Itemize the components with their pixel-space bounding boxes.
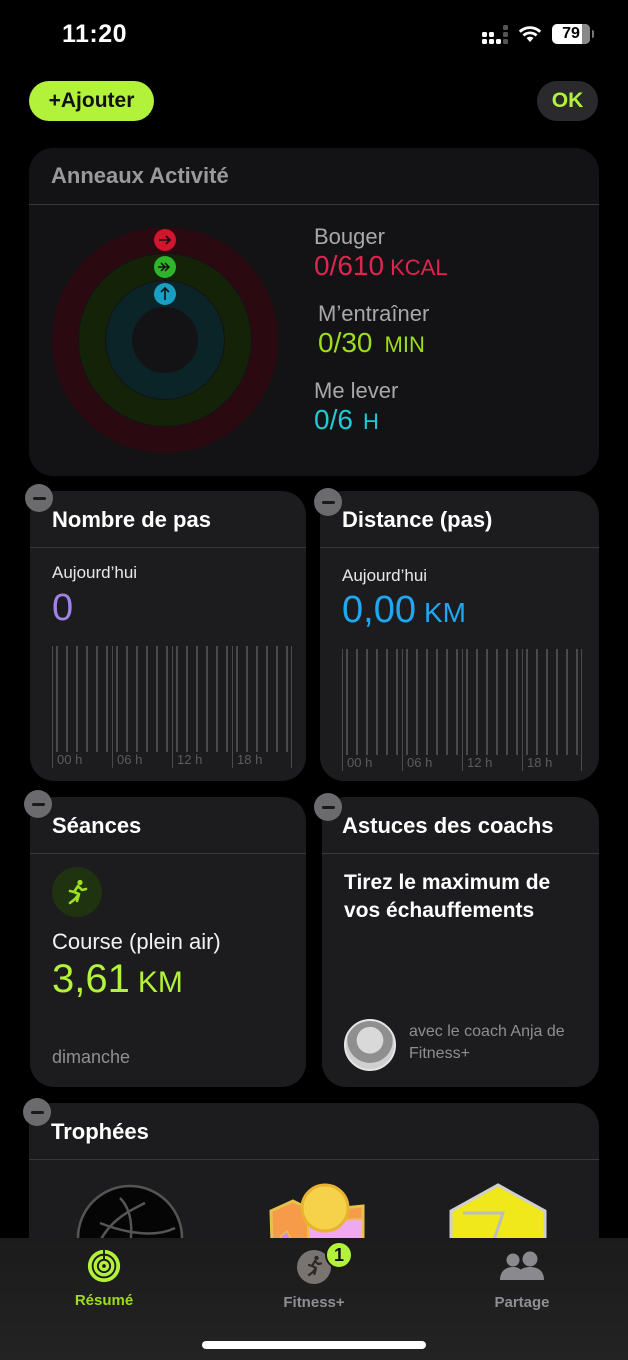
divider [29, 204, 599, 205]
add-button[interactable]: +Ajouter [29, 81, 154, 121]
tab-summary[interactable]: Résumé [34, 1248, 174, 1309]
axis-label: 12 h [467, 755, 492, 770]
move-stat: Bouger 0/610 KCAL [314, 224, 448, 282]
axis-label: 12 h [177, 752, 202, 767]
workout-distance: 3,61 KM [52, 957, 183, 1001]
move-value: 0/610 KCAL [314, 250, 448, 281]
remove-distance-card-button[interactable] [314, 488, 342, 516]
steps-value: 0 [52, 587, 74, 629]
divider [322, 853, 599, 854]
card-title: Séances [52, 813, 142, 838]
wifi-icon [518, 26, 542, 42]
card-title: Astuces des coachs [342, 813, 554, 838]
move-label: Bouger [314, 224, 385, 249]
axis-label: 06 h [407, 755, 432, 770]
coach-tips-card[interactable]: Astuces des coachs Tirez le maximum de v… [322, 797, 599, 1087]
tab-sharing[interactable]: Partage [452, 1248, 592, 1311]
steps-hourly-chart: 00 h 06 h 12 h 18 h [52, 646, 292, 768]
activity-rings-card[interactable]: Anneaux Activité Bouger 0/610 KCAL M’entr… [29, 148, 599, 476]
distance-hourly-chart: 00 h 06 h 12 h 18 h [342, 649, 582, 771]
tab-label: Résumé [74, 1292, 134, 1309]
tip-headline: Tirez le maximum de vos échauffements [344, 871, 551, 922]
stand-ring [106, 281, 224, 399]
divider [30, 853, 306, 854]
card-title: Trophées [51, 1119, 149, 1144]
status-icons: 79 [482, 24, 594, 44]
people-icon [500, 1251, 544, 1280]
card-title: Nombre de pas [52, 507, 211, 532]
remove-coach-tips-card-button[interactable] [314, 793, 342, 821]
distance-value: 0,00 KM [342, 589, 466, 631]
coach-credit: avec le coach Anja de Fitness+ [409, 1023, 565, 1062]
battery-level: 79 [562, 25, 580, 42]
exercise-value: 0/30 MIN [318, 327, 425, 358]
activity-rings-icon [87, 1249, 121, 1283]
running-figure-icon [52, 867, 102, 917]
divider [29, 1159, 599, 1160]
stand-value: 0/6 H [314, 404, 379, 435]
double-arrow-right-icon [154, 256, 176, 278]
tab-fitness-plus[interactable]: Fitness+ [244, 1248, 384, 1311]
steps-subtitle: Aujourd’hui [52, 563, 138, 582]
tab-label: Fitness+ [283, 1294, 345, 1311]
ok-button[interactable]: OK [537, 81, 598, 121]
workouts-card[interactable]: Séances Course (plein air) 3,61 KM dimanc… [30, 797, 306, 1087]
remove-steps-card-button[interactable] [25, 484, 53, 512]
distance-card[interactable]: Distance (pas) Aujourd’hui 0,00 KM 00 h 06… [320, 491, 599, 781]
workout-name: Course (plein air) [52, 929, 221, 954]
axis-label: 06 h [117, 752, 142, 767]
fitness-plus-badge: 1 [325, 1241, 353, 1269]
card-title: Distance (pas) [342, 507, 493, 532]
axis-label: 18 h [527, 755, 552, 770]
remove-workouts-card-button[interactable] [24, 790, 52, 818]
stand-stat: Me lever 0/6 H [314, 378, 398, 436]
exercise-label: M’entraîner [318, 301, 430, 326]
tab-label: Partage [494, 1294, 550, 1311]
card-title: Anneaux Activité [51, 163, 229, 188]
workout-day: dimanche [52, 1047, 131, 1067]
divider [320, 547, 599, 548]
coach-avatar [344, 1019, 396, 1071]
axis-label: 00 h [347, 755, 372, 770]
stand-label: Me lever [314, 378, 399, 403]
axis-label: 00 h [57, 752, 82, 767]
arrow-up-icon [154, 283, 176, 305]
divider [30, 547, 306, 548]
home-indicator[interactable] [202, 1341, 426, 1349]
axis-label: 18 h [237, 752, 262, 767]
arrow-right-icon [154, 229, 176, 251]
steps-card[interactable]: Nombre de pas Aujourd’hui 0 00 h 06 h 12 h… [30, 491, 306, 781]
cellular-signal-icon [482, 24, 508, 44]
exercise-stat: M’entraîner 0/30 MIN [318, 301, 429, 359]
remove-trophies-card-button[interactable] [23, 1098, 51, 1126]
activity-rings-chart [52, 227, 278, 453]
battery-indicator: 79 [552, 24, 594, 44]
distance-subtitle: Aujourd’hui [342, 566, 428, 585]
status-time: 11:20 [62, 20, 128, 48]
